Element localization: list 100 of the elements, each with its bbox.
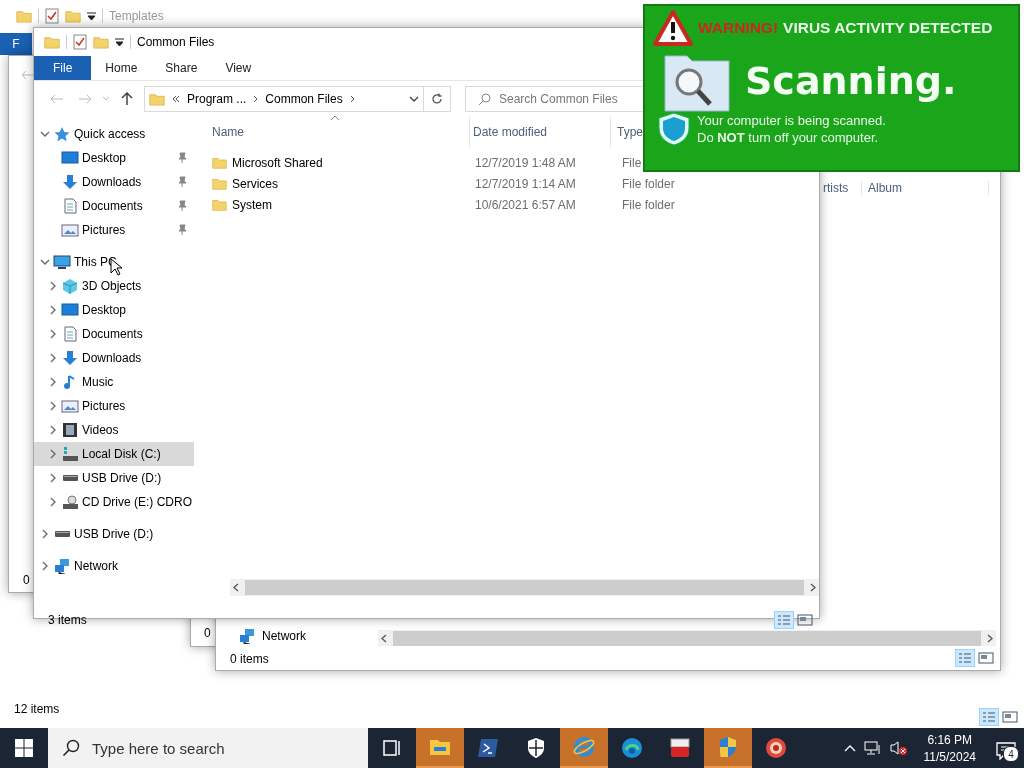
- chevron-right-icon[interactable]: [48, 425, 58, 435]
- ribbon-tab[interactable]: Share: [151, 56, 212, 80]
- muted-speaker-icon[interactable]: [889, 740, 908, 756]
- nav-item[interactable]: Desktop: [34, 146, 194, 170]
- ribbon-tab[interactable]: File: [34, 56, 92, 80]
- up-arrow-icon[interactable]: [121, 92, 133, 106]
- nav-item[interactable]: Network: [262, 629, 306, 643]
- date-cell-text: 12/7/2019 1:48 AM: [474, 155, 577, 170]
- taskbar-search-field[interactable]: Type here to search: [48, 728, 368, 768]
- dropdown-icon[interactable]: [87, 11, 96, 21]
- nav-item[interactable]: 3D Objects: [34, 274, 194, 298]
- chevron-right-icon[interactable]: [48, 497, 58, 507]
- nav-item[interactable]: Music: [34, 370, 194, 394]
- scroll-left-icon[interactable]: [233, 583, 239, 592]
- nav-item[interactable]: Pictures: [34, 218, 194, 242]
- status-text: 0: [23, 573, 30, 587]
- overflow-chevrons-icon[interactable]: [172, 95, 180, 103]
- nav-item[interactable]: Documents: [34, 322, 194, 346]
- browser-e-icon[interactable]: [572, 735, 596, 759]
- file-name[interactable]: System: [232, 197, 272, 212]
- clock-date[interactable]: 11/5/2024: [923, 749, 976, 764]
- nav-item[interactable]: Local Disk (C:): [34, 442, 194, 466]
- file-name[interactable]: Microsoft Shared: [232, 155, 323, 170]
- chevron-right-icon[interactable]: [40, 561, 50, 571]
- nav-item[interactable]: Network: [34, 554, 194, 578]
- pin-icon[interactable]: [176, 152, 188, 164]
- chevron-down-icon[interactable]: [40, 257, 50, 267]
- properties-icon[interactable]: [73, 34, 87, 50]
- file-name[interactable]: Services: [232, 176, 278, 191]
- warning-icon: [653, 10, 693, 46]
- type-cell-text: File: [621, 155, 643, 170]
- terminal-icon[interactable]: [476, 736, 500, 760]
- nav-item[interactable]: Documents: [34, 194, 194, 218]
- ribbon-tab[interactable]: Home: [91, 56, 152, 80]
- nav-item[interactable]: Quick access: [34, 122, 194, 146]
- column-header[interactable]: Name: [210, 117, 470, 147]
- partial-tab[interactable]: F: [0, 33, 32, 55]
- scrollbar-thumb[interactable]: [245, 580, 804, 595]
- column-header[interactable]: Album: [861, 181, 989, 195]
- nav-item[interactable]: Videos: [34, 418, 194, 442]
- folder-icon: [16, 9, 32, 23]
- chevron-up-icon[interactable]: [843, 744, 856, 752]
- chevron-down-icon[interactable]: [40, 129, 50, 139]
- browser-wave-icon[interactable]: [620, 736, 644, 760]
- scanning-title: Scanning.: [745, 59, 957, 103]
- breadcrumb-separator-icon[interactable]: [253, 95, 259, 103]
- chevron-right-icon[interactable]: [48, 329, 58, 339]
- target-app-icon[interactable]: [764, 736, 788, 760]
- nav-item[interactable]: Downloads: [34, 170, 194, 194]
- chevron-down-icon[interactable]: [409, 95, 419, 103]
- pin-icon[interactable]: [176, 176, 188, 188]
- ribbon-tab[interactable]: View: [211, 56, 266, 80]
- nav-item[interactable]: Pictures: [34, 394, 194, 418]
- search-icon: [62, 739, 80, 757]
- clock-time[interactable]: 6:16 PM: [927, 732, 973, 747]
- pin-icon[interactable]: [176, 224, 188, 236]
- chevron-right-icon[interactable]: [48, 353, 58, 363]
- chevron-right-icon[interactable]: [48, 281, 58, 291]
- download-arrow-icon: [61, 174, 79, 190]
- notification-icon: [996, 742, 1016, 760]
- windows-logo-icon[interactable]: [15, 739, 33, 757]
- chevron-right-icon[interactable]: [48, 401, 58, 411]
- scroll-right-icon[interactable]: [987, 633, 993, 643]
- nav-item[interactable]: Downloads: [34, 346, 194, 370]
- pictures-icon: [61, 398, 79, 414]
- chevron-right-icon[interactable]: [48, 377, 58, 387]
- back-arrow-icon[interactable]: [21, 70, 35, 80]
- chevron-right-icon[interactable]: [48, 449, 58, 459]
- scrollbar-thumb[interactable]: [393, 630, 981, 646]
- thumbnail-view-icon[interactable]: [978, 651, 994, 665]
- nav-item[interactable]: CD Drive (E:) CDRO: [34, 490, 194, 514]
- new-folder-icon: [65, 9, 81, 23]
- thumbnail-view-icon[interactable]: [1002, 710, 1018, 724]
- type-cell-text: File folder: [621, 197, 676, 212]
- chevron-right-icon[interactable]: [40, 529, 50, 539]
- new-folder-icon: [93, 35, 109, 49]
- nav-item[interactable]: USB Drive (D:): [34, 522, 194, 546]
- network-icon[interactable]: [863, 740, 882, 756]
- breadcrumb-separator-icon[interactable]: [349, 95, 355, 103]
- scroll-right-icon[interactable]: [810, 583, 816, 592]
- search-icon: [478, 92, 491, 106]
- scroll-left-icon[interactable]: [381, 633, 387, 643]
- column-header[interactable]: rtists: [823, 181, 849, 195]
- chevron-right-icon[interactable]: [48, 473, 58, 483]
- thumbnail-view-icon[interactable]: [797, 613, 813, 627]
- notification-button[interactable]: 4: [992, 736, 1016, 760]
- address-bar[interactable]: Program ... Common Files: [144, 86, 424, 112]
- date-cell-text: 10/6/2021 6:57 AM: [474, 197, 577, 212]
- chevron-right-icon[interactable]: [48, 305, 58, 315]
- properties-icon[interactable]: [45, 8, 59, 24]
- nav-item[interactable]: Desktop: [34, 298, 194, 322]
- desktop-icon: [61, 302, 79, 318]
- column-header[interactable]: Date modified: [470, 117, 611, 147]
- dropdown-icon[interactable]: [115, 37, 124, 47]
- pin-icon[interactable]: [176, 200, 188, 212]
- warning-text: Your computer is being scanned.: [697, 113, 886, 128]
- toolbox-icon[interactable]: [668, 736, 692, 760]
- refresh-icon[interactable]: [431, 93, 443, 105]
- nav-item[interactable]: USB Drive (D:): [34, 466, 194, 490]
- type-cell-text: File folder: [621, 176, 676, 191]
